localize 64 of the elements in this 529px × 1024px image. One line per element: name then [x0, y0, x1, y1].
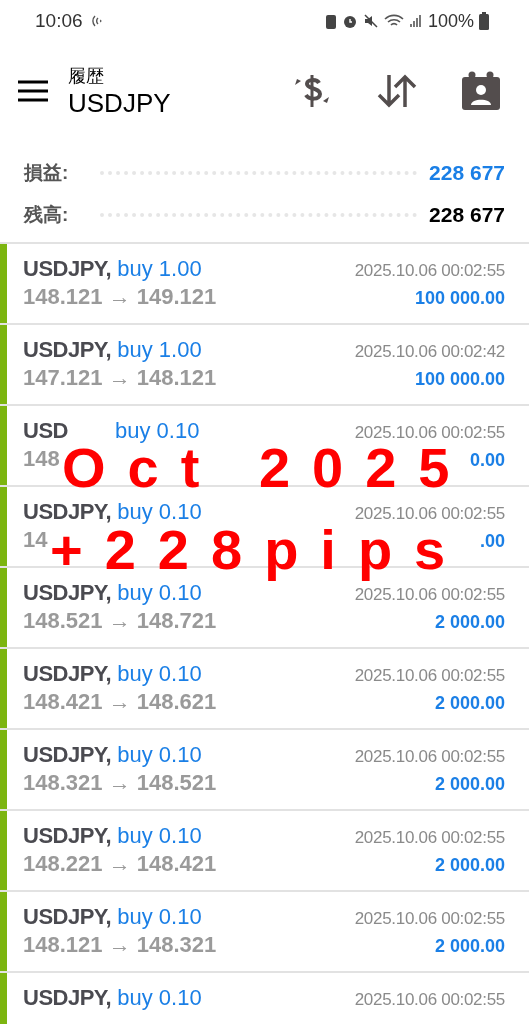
deal-profit: 2 000.00 — [434, 936, 505, 957]
screen-subtitle: 履歴 — [68, 64, 105, 88]
deal-symbol: USDJPY, — [23, 904, 112, 930]
deal-profit: 2 000.00 — [434, 693, 505, 714]
deal-side: buy 0.10 — [117, 742, 202, 768]
deal-prices: 147.121 → 148.121 — [23, 365, 217, 391]
sort-icon[interactable] — [377, 73, 417, 109]
deal-side: buy 0.10 — [117, 499, 202, 525]
deal-prices: 148.221 → 148.421 — [23, 851, 217, 877]
deal-time: 2025.10.06 00:02:55 — [354, 828, 505, 848]
deal-prices: 148.121 → 148.321 — [23, 932, 217, 958]
deal-profit: 0.00 — [469, 450, 505, 471]
deal-prices: 148 — [23, 446, 60, 472]
deal-side: buy 0.10 — [117, 580, 202, 606]
summary-label: 損益: — [24, 161, 69, 185]
signal-icon — [408, 13, 423, 29]
deal-profit: 2 000.00 — [434, 855, 505, 876]
deal-time: 2025.10.06 00:02:55 — [354, 747, 505, 767]
deal-prices: 148.521 → 148.721 — [23, 608, 217, 634]
mute-icon — [362, 13, 379, 29]
deal-prices: 148.321 → 148.521 — [23, 770, 217, 796]
deal-side: buy 0.10 — [117, 661, 202, 687]
deal-side: buy 0.10 — [117, 985, 202, 1011]
deal-side: buy 0.10 — [115, 418, 200, 444]
deal-time: 2025.10.06 00:02:55 — [354, 909, 505, 929]
deal-side: buy 1.00 — [117, 337, 202, 363]
deal-symbol: USDJPY, — [23, 661, 112, 687]
battery-percent: 100% — [427, 10, 474, 32]
deal-symbol: USD — [23, 418, 69, 444]
deal-prices: 148.121 → 149.121 — [23, 284, 217, 310]
deal-side: buy 0.10 — [117, 904, 202, 930]
deal-profit: 100 000.00 — [414, 288, 505, 309]
deal-symbol: USDJPY, — [23, 823, 112, 849]
deal-symbol: USDJPY, — [23, 499, 112, 525]
deal-time: 2025.10.06 00:02:55 — [354, 504, 505, 524]
deal-time: 2025.10.06 00:02:55 — [354, 261, 505, 281]
deal-time: 2025.10.06 00:02:42 — [354, 342, 505, 362]
calendar-person-icon[interactable] — [461, 71, 501, 111]
summary-label: 残高: — [24, 203, 69, 227]
deal-prices: 148.421 → 148.621 — [23, 689, 217, 715]
deal-symbol: USDJPY, — [23, 256, 112, 282]
battery-saver-icon — [324, 13, 337, 29]
deal-profit: .00 — [479, 531, 505, 552]
deal-profit: 100 000.00 — [414, 369, 505, 390]
alarm-icon — [341, 13, 358, 29]
deal-symbol: USDJPY, — [23, 985, 112, 1011]
deal-profit: 2 000.00 — [434, 612, 505, 633]
summary-value: 228 677 — [429, 203, 505, 227]
deal-prices: 14 — [23, 527, 48, 553]
menu-icon[interactable] — [18, 80, 48, 102]
status-time: 10:06 — [35, 10, 83, 32]
battery-icon — [479, 12, 489, 30]
deal-side: buy 0.10 — [117, 823, 202, 849]
deal-side: buy 1.00 — [117, 256, 202, 282]
deal-time: 2025.10.06 00:02:55 — [354, 990, 505, 1010]
screen-title: USDJPY — [68, 87, 171, 119]
deal-time: 2025.10.06 00:02:55 — [354, 423, 505, 443]
deal-time: 2025.10.06 00:02:55 — [354, 585, 505, 605]
deal-time: 2025.10.06 00:02:55 — [354, 666, 505, 686]
summary-value: 228 677 — [429, 161, 505, 185]
deal-profit: 2 000.00 — [434, 774, 505, 795]
deal-symbol: USDJPY, — [23, 742, 112, 768]
deal-symbol: USDJPY, — [23, 337, 112, 363]
deal-symbol: USDJPY, — [23, 580, 112, 606]
